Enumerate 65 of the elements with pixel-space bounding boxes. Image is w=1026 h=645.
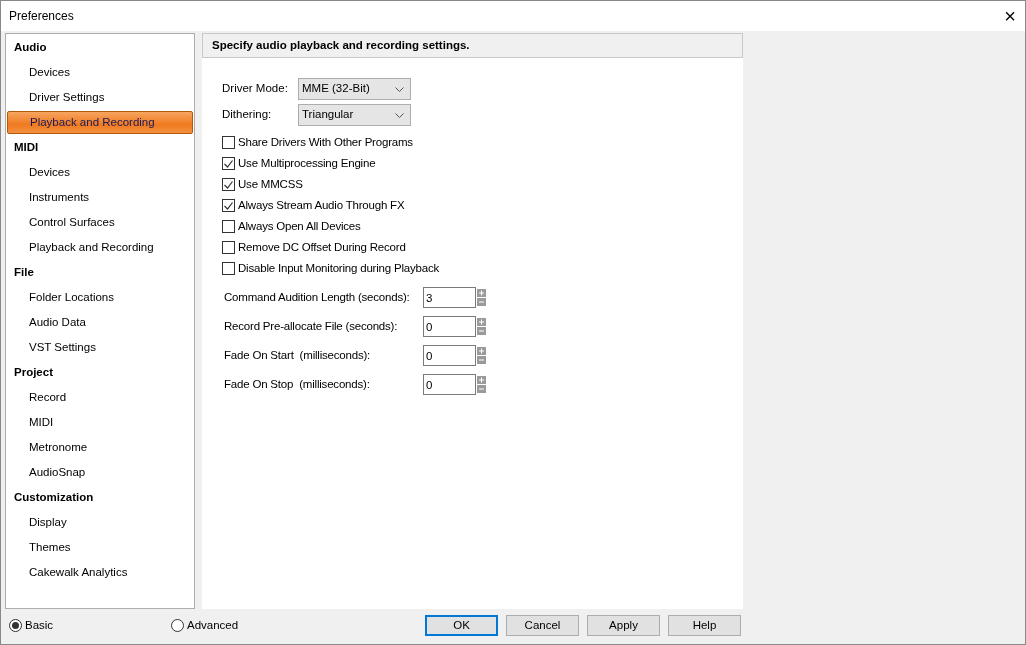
category-heading[interactable]: Project xyxy=(7,360,193,385)
checkbox[interactable] xyxy=(222,178,235,191)
navigation-item[interactable]: MIDI xyxy=(7,410,193,435)
window-title: Preferences xyxy=(9,8,74,25)
field-label: Record Pre-allocate File (seconds): xyxy=(224,318,399,334)
checkbox[interactable] xyxy=(222,157,235,170)
navigation-item[interactable]: Cakewalk Analytics xyxy=(7,560,193,585)
category-heading[interactable]: File xyxy=(7,260,193,285)
checkbox[interactable] xyxy=(222,136,235,149)
number-field[interactable]: 0 xyxy=(423,374,476,395)
navigation-item[interactable]: Devices xyxy=(7,60,193,85)
navigation-item[interactable]: Devices xyxy=(7,160,193,185)
field-label: Dithering: xyxy=(222,107,273,123)
radio-button[interactable] xyxy=(9,619,22,632)
navigation-item[interactable]: VST Settings xyxy=(7,335,193,360)
navigation-item[interactable]: Metronome xyxy=(7,435,193,460)
radio-label: Advanced xyxy=(187,617,239,633)
checkbox-label: Share Drivers With Other Programs xyxy=(238,134,413,150)
panel-heading: Specify audio playback and recording settings. xyxy=(202,33,743,58)
close-button[interactable]: × xyxy=(995,1,1025,31)
radio-label: Basic xyxy=(25,617,54,633)
checkbox[interactable] xyxy=(222,241,235,254)
spinner-buttons[interactable] xyxy=(477,376,486,393)
navigation-item[interactable]: Themes xyxy=(7,535,193,560)
navigation-item[interactable]: Record xyxy=(7,385,193,410)
dialog-button[interactable]: Apply xyxy=(587,615,660,636)
spinner-buttons[interactable] xyxy=(477,347,486,364)
checkbox[interactable] xyxy=(222,199,235,212)
dialog-button[interactable]: Help xyxy=(668,615,741,636)
checkbox-label: Use MMCSS xyxy=(238,176,303,192)
field-label: Fade On Start (milliseconds): xyxy=(224,347,372,363)
field-label: Fade On Stop (milliseconds): xyxy=(224,376,371,392)
field-label: Driver Mode: xyxy=(222,81,289,97)
dialog-button[interactable]: OK xyxy=(425,615,498,636)
navigation-item[interactable]: AudioSnap xyxy=(7,460,193,485)
navigation-item[interactable]: Control Surfaces xyxy=(7,210,193,235)
dropdown[interactable]: MME (32-Bit) xyxy=(298,78,411,100)
number-field[interactable]: 0 xyxy=(423,345,476,366)
dropdown[interactable]: Triangular xyxy=(298,104,411,126)
number-field[interactable]: 0 xyxy=(423,316,476,337)
checkbox-label: Use Multiprocessing Engine xyxy=(238,155,376,171)
spinner-buttons[interactable] xyxy=(477,318,486,335)
navigation-item[interactable]: Playback and Recording xyxy=(7,111,193,134)
checkbox-label: Disable Input Monitoring during Playback xyxy=(238,260,440,276)
navigation-item[interactable]: Folder Locations xyxy=(7,285,193,310)
navigation-item[interactable]: Driver Settings xyxy=(7,85,193,110)
category-heading[interactable]: Audio xyxy=(7,35,193,60)
checkbox[interactable] xyxy=(222,220,235,233)
category-heading[interactable]: Customization xyxy=(7,485,193,510)
checkbox-label: Always Open All Devices xyxy=(238,218,361,234)
navigation-item[interactable]: Audio Data xyxy=(7,310,193,335)
dialog-button[interactable]: Cancel xyxy=(506,615,579,636)
checkbox[interactable] xyxy=(222,262,235,275)
navigation-item[interactable]: Instruments xyxy=(7,185,193,210)
field-label: Command Audition Length (seconds): xyxy=(224,289,411,305)
checkbox-label: Always Stream Audio Through FX xyxy=(238,197,405,213)
category-heading[interactable]: MIDI xyxy=(7,135,193,160)
number-field[interactable]: 3 xyxy=(423,287,476,308)
chevron-down-icon xyxy=(395,112,404,118)
spinner-buttons[interactable] xyxy=(477,289,486,306)
chevron-down-icon xyxy=(395,86,404,92)
navigation-item[interactable]: Display xyxy=(7,510,193,535)
checkbox-label: Remove DC Offset During Record xyxy=(238,239,406,255)
navigation-item[interactable]: Playback and Recording xyxy=(7,235,193,260)
radio-button[interactable] xyxy=(171,619,184,632)
